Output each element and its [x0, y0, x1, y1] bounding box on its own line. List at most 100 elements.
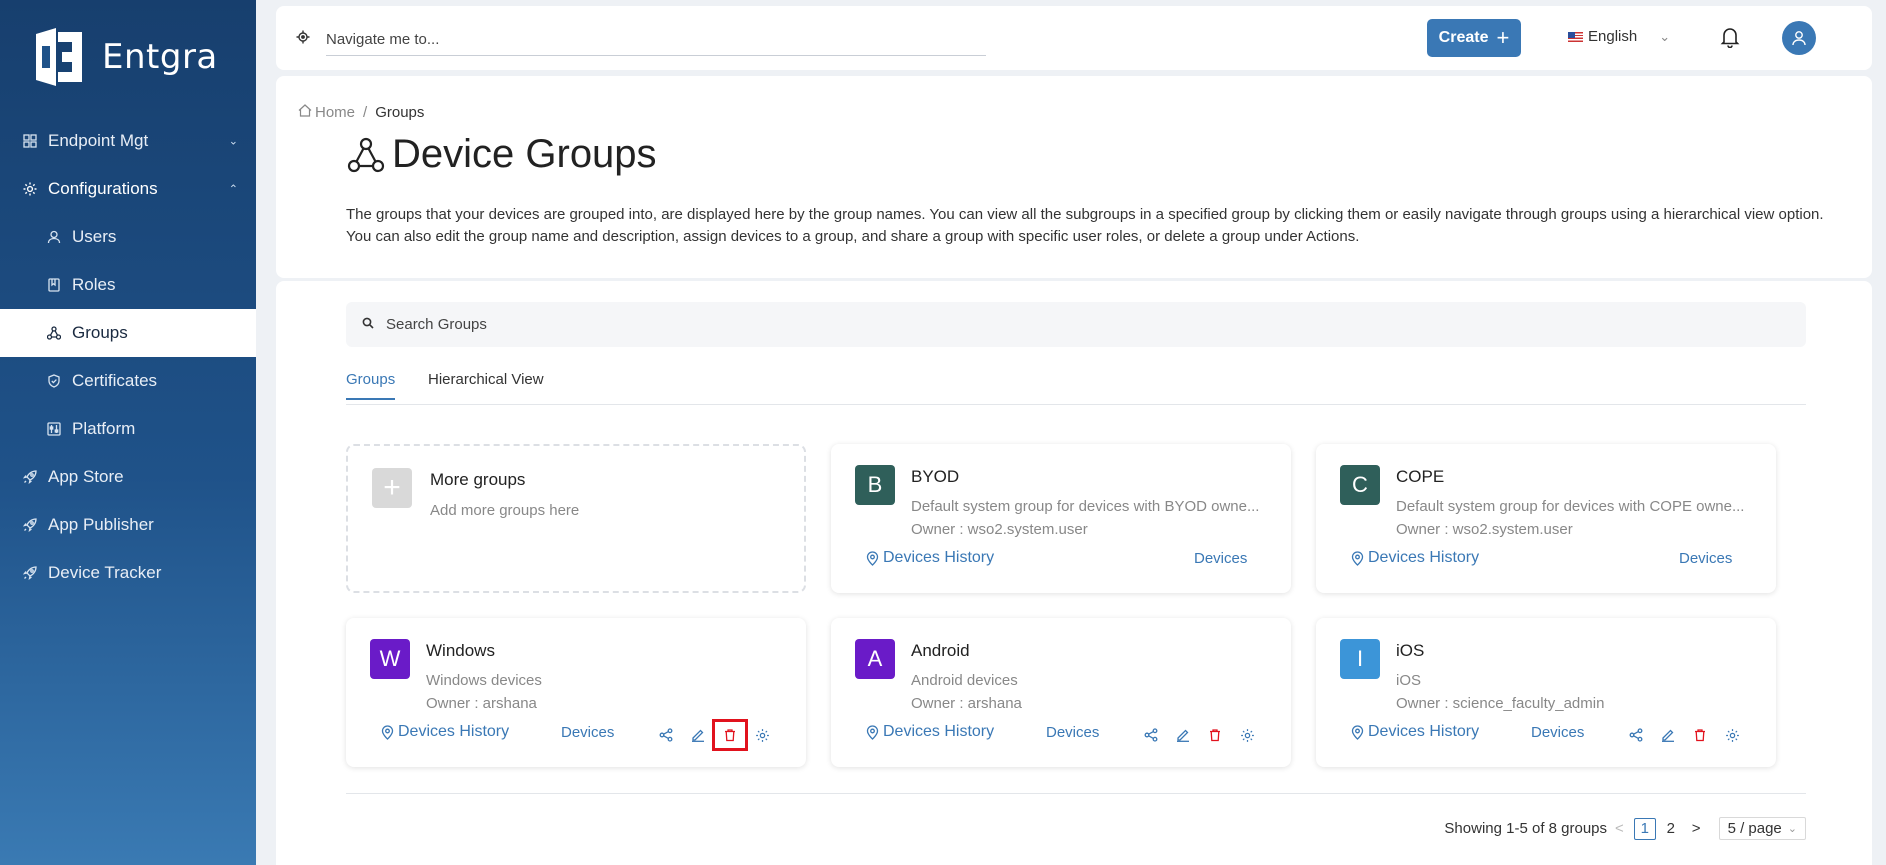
- language-selector[interactable]: English ⌄: [1568, 28, 1670, 45]
- groups-panel: Groups Hierarchical View + More groups A…: [276, 281, 1872, 865]
- location-pin-icon: [866, 724, 879, 740]
- delete-button[interactable]: [1199, 721, 1231, 749]
- group-description: Android devices: [911, 672, 1018, 689]
- share-button[interactable]: [650, 721, 682, 749]
- delete-button[interactable]: [1684, 721, 1716, 749]
- sidebar-item-app-publisher[interactable]: App Publisher: [0, 501, 256, 549]
- sidebar-item-label: Users: [72, 227, 117, 246]
- page-number[interactable]: 1: [1633, 817, 1656, 840]
- add-group-subtitle: Add more groups here: [430, 502, 580, 519]
- group-name: iOS: [1396, 641, 1425, 660]
- sidebar-item-users[interactable]: Users: [0, 213, 256, 261]
- devices-history-link[interactable]: Devices History: [1351, 723, 1479, 741]
- chevron-down-icon: ⌄: [1787, 823, 1797, 835]
- group-card[interactable]: B BYOD Default system group for devices …: [831, 444, 1291, 593]
- tab-groups[interactable]: Groups: [346, 371, 396, 400]
- page-size-label: 5 / page: [1727, 820, 1782, 837]
- sidebar-nav: Endpoint Mgt ⌄ Configurations ⌃ Users Ro…: [0, 117, 256, 597]
- devices-history-label: Devices History: [1368, 723, 1480, 740]
- sidebar-item-label: App Publisher: [48, 515, 154, 534]
- group-owner: Owner : science_faculty_admin: [1396, 695, 1605, 712]
- group-owner: Owner : wso2.system.user: [911, 521, 1088, 538]
- group-owner: Owner : arshana: [911, 695, 1022, 712]
- user-icon: [46, 229, 62, 245]
- page-number[interactable]: 2: [1660, 818, 1682, 840]
- group-name: Windows: [426, 641, 495, 660]
- group-owner: Owner : wso2.system.user: [1396, 521, 1573, 538]
- settings-button[interactable]: [1716, 721, 1748, 749]
- pagination-summary: Showing 1-5 of 8 groups: [1444, 820, 1608, 837]
- search-input[interactable]: [386, 316, 1766, 333]
- settings-button[interactable]: [746, 721, 778, 749]
- us-flag-icon: [1568, 31, 1583, 42]
- rocket-icon: [22, 565, 38, 581]
- sidebar-item-certificates[interactable]: Certificates: [0, 357, 256, 405]
- group-avatar: B: [855, 465, 895, 505]
- group-card[interactable]: I iOS iOS Owner : science_faculty_admin …: [1316, 618, 1776, 767]
- create-button[interactable]: Create +: [1427, 19, 1521, 57]
- book-icon: [46, 277, 62, 293]
- page-description: The groups that your devices are grouped…: [346, 206, 1824, 245]
- sidebar-item-label: Groups: [72, 323, 128, 342]
- location-pin-icon: [866, 550, 879, 566]
- page-title: Device Groups: [346, 132, 657, 177]
- devices-link[interactable]: Devices: [1046, 724, 1099, 741]
- group-description: Default system group for devices with CO…: [1396, 498, 1745, 515]
- group-card[interactable]: A Android Android devices Owner : arshan…: [831, 618, 1291, 767]
- sidebar-item-app-store[interactable]: App Store: [0, 453, 256, 501]
- sidebar-item-platform[interactable]: Platform: [0, 405, 256, 453]
- sidebar-item-endpoint-mgt[interactable]: Endpoint Mgt ⌄: [0, 117, 256, 165]
- input-underline: [326, 55, 986, 56]
- divider: [346, 793, 1806, 794]
- devices-history-link[interactable]: Devices History: [866, 549, 994, 567]
- chevron-down-icon: ⌄: [228, 135, 238, 148]
- page-size-select[interactable]: 5 / page ⌄: [1718, 817, 1806, 840]
- top-bar: Create + English ⌄: [276, 6, 1872, 70]
- page-title-text: Device Groups: [392, 132, 657, 176]
- share-button[interactable]: [1620, 721, 1652, 749]
- location-pin-icon: [381, 724, 394, 740]
- next-page-icon[interactable]: >: [1692, 820, 1701, 837]
- group-card[interactable]: C COPE Default system group for devices …: [1316, 444, 1776, 593]
- navigate-input[interactable]: [326, 30, 926, 48]
- sidebar-item-label: Platform: [72, 419, 136, 438]
- sidebar-item-configurations[interactable]: Configurations ⌃: [0, 165, 256, 213]
- language-label: English: [1588, 28, 1638, 45]
- devices-history-link[interactable]: Devices History: [1351, 549, 1479, 567]
- prev-page-icon[interactable]: <: [1615, 820, 1624, 837]
- tab-hierarchical-view[interactable]: Hierarchical View: [428, 371, 544, 398]
- gear-icon: [22, 181, 38, 197]
- devices-link[interactable]: Devices: [1679, 550, 1732, 567]
- group-actions: [1135, 721, 1263, 749]
- pencil-icon: [1662, 729, 1674, 742]
- devices-link[interactable]: Devices: [1531, 724, 1584, 741]
- pagination: Showing 1-5 of 8 groups < 1 2 > 5 / page…: [1444, 817, 1806, 840]
- delete-button[interactable]: [712, 719, 748, 751]
- devices-link[interactable]: Devices: [561, 724, 614, 741]
- sidebar-item-label: Configurations: [48, 179, 158, 198]
- breadcrumb-home[interactable]: Home: [315, 104, 355, 121]
- page-header: Home / Groups Device Groups The groups t…: [276, 76, 1872, 278]
- edit-button[interactable]: [1652, 721, 1684, 749]
- settings-button[interactable]: [1231, 721, 1263, 749]
- search-icon: [362, 316, 374, 333]
- sidebar-item-roles[interactable]: Roles: [0, 261, 256, 309]
- group-description: iOS: [1396, 672, 1422, 689]
- sidebar-item-groups[interactable]: Groups: [0, 309, 256, 357]
- bell-icon[interactable]: [1720, 26, 1740, 52]
- devices-history-link[interactable]: Devices History: [866, 723, 994, 741]
- devices-history-label: Devices History: [883, 723, 995, 740]
- edit-button[interactable]: [682, 721, 714, 749]
- search-groups: [346, 302, 1806, 347]
- add-group-card[interactable]: + More groups Add more groups here: [346, 444, 806, 593]
- edit-button[interactable]: [1167, 721, 1199, 749]
- sidebar-item-device-tracker[interactable]: Device Tracker: [0, 549, 256, 597]
- devices-history-link[interactable]: Devices History: [381, 723, 509, 741]
- devices-link[interactable]: Devices: [1194, 550, 1247, 567]
- create-label: Create: [1438, 29, 1489, 46]
- group-card[interactable]: W Windows Windows devices Owner : arshan…: [346, 618, 806, 767]
- share-icon: [659, 728, 673, 742]
- logo[interactable]: Entgra: [26, 26, 218, 88]
- share-button[interactable]: [1135, 721, 1167, 749]
- avatar[interactable]: [1782, 21, 1816, 55]
